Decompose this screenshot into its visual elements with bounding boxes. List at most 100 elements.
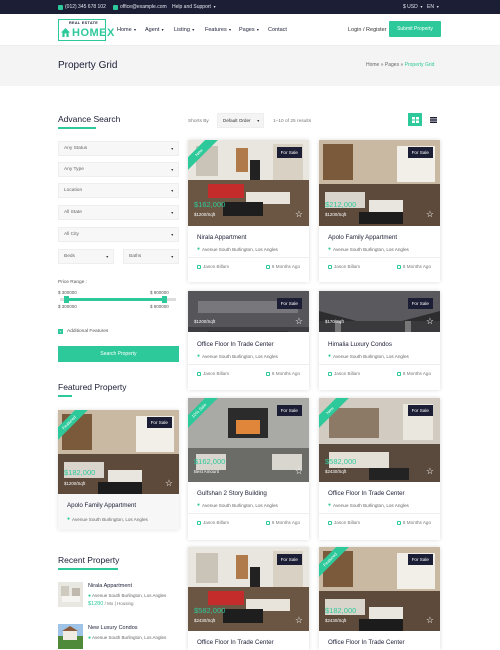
property-title[interactable]: Office Floor In Trade Center: [328, 490, 405, 497]
property-title[interactable]: Apolo Family Appartment: [67, 502, 136, 509]
property-agent[interactable]: Jason Billam: [328, 520, 360, 525]
language-selector[interactable]: EN ▼: [427, 4, 439, 10]
property-card[interactable]: Featured For Sale $182,000 $2430/Sqft ☆ …: [319, 547, 440, 650]
property-image[interactable]: For Sale $212,000 $1200/Sqft ☆: [319, 140, 440, 226]
agent-name[interactable]: Jason Billam: [334, 264, 360, 269]
property-image[interactable]: 10% Sale For Sale $162,000 Best Amount ☆: [188, 398, 309, 482]
submit-property-button[interactable]: Submit Property: [389, 21, 441, 37]
login-register-link[interactable]: Login / Register: [348, 27, 387, 33]
star-icon[interactable]: ☆: [295, 466, 303, 477]
property-title[interactable]: Gulfshan 2 Story Building: [197, 490, 267, 497]
property-agent[interactable]: Jason Billam: [197, 371, 229, 376]
agent-name[interactable]: Jason Billam: [203, 520, 229, 525]
list-view-button[interactable]: [426, 113, 440, 126]
star-icon[interactable]: ☆: [426, 316, 434, 327]
agent-name[interactable]: Jason Billam: [334, 520, 360, 525]
star-icon[interactable]: ☆: [426, 615, 434, 626]
help-menu[interactable]: Help and Support ▼: [172, 4, 216, 10]
star-icon[interactable]: ☆: [295, 316, 303, 327]
divider: [319, 513, 440, 514]
property-image[interactable]: For Sale $582,000 $2430/Sqft ☆: [188, 547, 309, 631]
search-property-button[interactable]: Search Property: [58, 346, 179, 362]
property-title[interactable]: Nirala Appartment: [197, 234, 247, 241]
star-icon[interactable]: ☆: [165, 478, 173, 489]
city-select[interactable]: All City ▼: [58, 227, 179, 242]
property-image[interactable]: Featured For Sale $182,000 $1200/Sqft ☆: [58, 410, 179, 494]
property-sqft: $1200/Sqft: [64, 481, 86, 486]
nav-home[interactable]: Home ▼: [117, 27, 137, 33]
agent-name[interactable]: Jason Billam: [203, 371, 229, 376]
property-agent[interactable]: Jason Billam: [328, 264, 360, 269]
price-unit: / Mo: [104, 601, 114, 606]
location-select[interactable]: Location ▼: [58, 183, 179, 198]
property-title[interactable]: Office Floor In Trade Center: [197, 341, 274, 348]
recent-item[interactable]: New Luxury Condos ● Avenue South Burling…: [58, 624, 179, 650]
property-title[interactable]: Himalia Luxury Condos: [328, 341, 392, 348]
recent-title[interactable]: Nirala Appartment: [88, 583, 132, 589]
card-body: Himalia Luxury Condos ● Avenue South Burl…: [319, 332, 440, 390]
property-card[interactable]: For Sale $170/Sqft ☆ Himalia Luxury Cond…: [319, 291, 440, 390]
featured-property-title: Featured Property: [58, 382, 127, 392]
nav-features[interactable]: Features ▼: [205, 27, 232, 33]
property-agent[interactable]: Jason Billam: [197, 520, 229, 525]
property-image[interactable]: Featured For Sale $182,000 $2430/Sqft ☆: [319, 547, 440, 631]
status-select[interactable]: Any Status ▼: [58, 141, 179, 156]
site-logo[interactable]: REAL ESTATE HOMEX: [58, 19, 114, 41]
property-image[interactable]: For Sale $1200/Sqft ☆: [188, 291, 309, 332]
featured-property-card[interactable]: Featured For Sale $182,000 $1200/Sqft ☆ …: [58, 410, 179, 530]
property-card[interactable]: For Sale $582,000 $2430/Sqft ☆ Office Fl…: [188, 547, 309, 650]
price-range-slider[interactable]: [60, 296, 176, 303]
property-agent[interactable]: Jason Billam: [197, 264, 229, 269]
property-title[interactable]: Office Floor In Trade Center: [328, 639, 405, 646]
state-select[interactable]: All State ▼: [58, 205, 179, 220]
for-sale-badge: For Sale: [276, 298, 302, 309]
property-image[interactable]: New For Sale $582,000 $2430/Sqft ☆: [319, 398, 440, 482]
range-handle-max[interactable]: [162, 296, 168, 303]
currency-text[interactable]: $ USD: [403, 4, 418, 10]
star-icon[interactable]: ☆: [426, 466, 434, 477]
recent-thumbnail[interactable]: [58, 624, 83, 649]
recent-item[interactable]: Nirala Appartment ● Avenue South Burling…: [58, 582, 179, 612]
property-image[interactable]: For Sale $170/Sqft ☆: [319, 291, 440, 332]
property-image[interactable]: New For Sale $162,000 $1200/Sqft ☆: [188, 140, 309, 226]
property-card[interactable]: For Sale $212,000 $1200/Sqft ☆ Apolo Fam…: [319, 140, 440, 282]
property-card[interactable]: 10% Sale For Sale $162,000 Best Amount ☆…: [188, 398, 309, 540]
baths-select[interactable]: Baths ▼: [123, 249, 179, 264]
currency-selector[interactable]: $ USD ▼: [403, 4, 423, 10]
recent-property-title: Recent Property: [58, 555, 120, 565]
property-card[interactable]: New For Sale $162,000 $1200/Sqft ☆ Niral…: [188, 140, 309, 282]
nav-agent[interactable]: Agent ▼: [145, 27, 164, 33]
nav-contact[interactable]: Contact: [268, 27, 287, 33]
property-card[interactable]: For Sale $1200/Sqft ☆ Office Floor In Tr…: [188, 291, 309, 390]
breadcrumb-pages[interactable]: Pages: [385, 62, 399, 68]
beds-select[interactable]: Beds ▼: [58, 249, 114, 264]
range-handle-min[interactable]: [63, 296, 69, 303]
recent-title[interactable]: New Luxury Condos: [88, 625, 138, 631]
language-text[interactable]: EN: [427, 4, 434, 10]
grid-view-button[interactable]: [408, 113, 422, 126]
additional-features-toggle[interactable]: + Additional Features: [58, 329, 108, 334]
agent-name[interactable]: Jason Billam: [203, 264, 229, 269]
property-title[interactable]: Office Floor In Trade Center: [197, 639, 274, 646]
property-title[interactable]: Apolo Family Appartment: [328, 234, 397, 241]
for-sale-badge: For Sale: [276, 554, 302, 565]
agent-name[interactable]: Jason Billam: [334, 371, 360, 376]
email-info[interactable]: office@example.com: [113, 4, 167, 10]
breadcrumb-home[interactable]: Home: [366, 62, 379, 68]
star-icon[interactable]: ☆: [295, 615, 303, 626]
property-date: 8 Months Ago: [396, 520, 431, 525]
property-card[interactable]: New For Sale $582,000 $2430/Sqft ☆ Offic…: [319, 398, 440, 540]
for-sale-badge: For Sale: [407, 405, 433, 416]
star-icon[interactable]: ☆: [426, 209, 434, 220]
star-icon[interactable]: ☆: [295, 209, 303, 220]
property-agent[interactable]: Jason Billam: [328, 371, 360, 376]
help-text[interactable]: Help and Support: [172, 4, 211, 10]
price-range-label: Price Range :: [58, 280, 88, 285]
nav-pages[interactable]: Pages ▼: [239, 27, 260, 33]
property-address: ● Avenue South Burlington, Los Angles: [328, 502, 409, 508]
email-text[interactable]: office@example.com: [120, 4, 167, 10]
type-select[interactable]: Any Type ▼: [58, 162, 179, 177]
sort-select[interactable]: Default Order ▼: [217, 113, 264, 128]
nav-listing[interactable]: Listing ▼: [174, 27, 195, 33]
recent-thumbnail[interactable]: [58, 582, 83, 607]
